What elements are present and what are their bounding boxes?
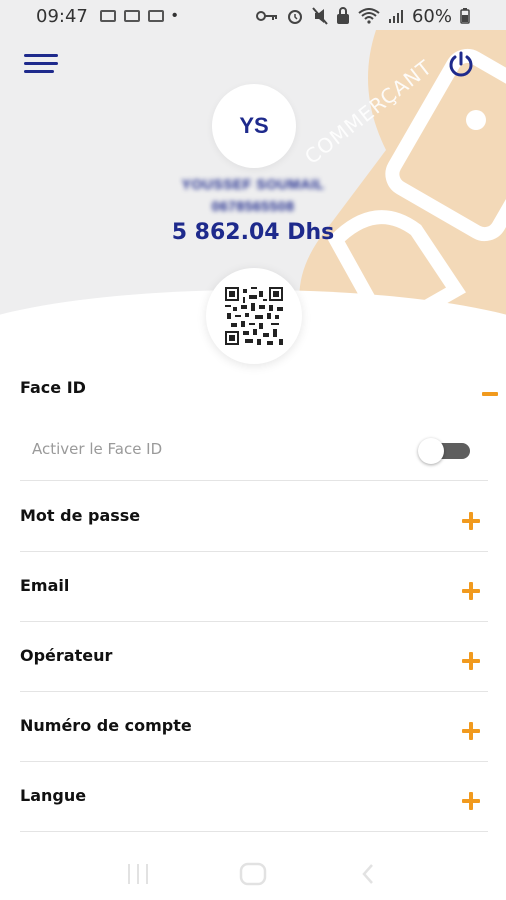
menu-button[interactable] [24,54,58,74]
system-nav-bar [0,848,506,900]
settings-row-label: Mot de passe [20,506,141,525]
avatar: YS [212,84,296,168]
settings-row-account-number[interactable]: Numéro de compte [20,692,488,762]
face-id-option-label: Activer le Face ID [32,440,163,458]
face-id-toggle[interactable] [418,438,470,464]
settings-row-password[interactable]: Mot de passe [20,482,488,552]
home-icon [239,862,267,886]
settings-row-label: Opérateur [20,646,113,665]
expand-plus-icon [462,582,480,600]
collapse-face-id-minus-icon[interactable] [482,392,498,396]
recents-icon [127,864,148,884]
user-name: YOUSSEF SOUMAIL [181,176,325,192]
settings-row-label: Langue [20,786,87,805]
alarm-icon [287,10,302,24]
settings-row-label: Numéro de compte [20,716,192,735]
qr-code-icon [225,287,283,345]
recents-button[interactable] [123,859,153,889]
face-id-title: Face ID [20,378,86,397]
card-icon [147,10,164,22]
image-icon [99,10,116,22]
menu-line [24,54,58,57]
key-icon [255,11,277,21]
status-bar: 09:47 • 60% [0,0,506,32]
expand-plus-icon [462,512,480,530]
settings-row-label: Email [20,576,70,595]
qr-code-button[interactable] [206,268,302,364]
toggle-knob [418,438,444,464]
expand-plus-icon [462,652,480,670]
lock-status-icon [336,7,349,24]
message-icon [123,10,140,22]
menu-line [24,70,54,73]
battery-icon [460,8,470,24]
back-chevron-icon [362,864,374,884]
notification-icons: • [99,7,178,25]
user-phone: 0678565508 [211,198,295,214]
expand-plus-icon [462,792,480,810]
settings-row-language[interactable]: Langue [20,762,488,832]
wifi-icon [358,8,380,24]
expand-plus-icon [462,722,480,740]
power-icon[interactable] [446,50,476,80]
menu-line [24,62,58,65]
battery-percent: 60% [411,5,452,27]
avatar-initials: YS [239,113,269,138]
dot-icon: • [171,7,178,24]
status-right: 60% [255,5,470,27]
divider [20,480,488,481]
back-button[interactable] [353,859,383,889]
status-time: 09:47 [36,5,88,27]
signal-icon [388,10,403,23]
settings-row-email[interactable]: Email [20,552,488,622]
account-balance: 5 862.04 Dhs [171,220,335,245]
settings-row-operator[interactable]: Opérateur [20,622,488,692]
home-button[interactable] [238,859,268,889]
mute-icon [312,7,328,25]
